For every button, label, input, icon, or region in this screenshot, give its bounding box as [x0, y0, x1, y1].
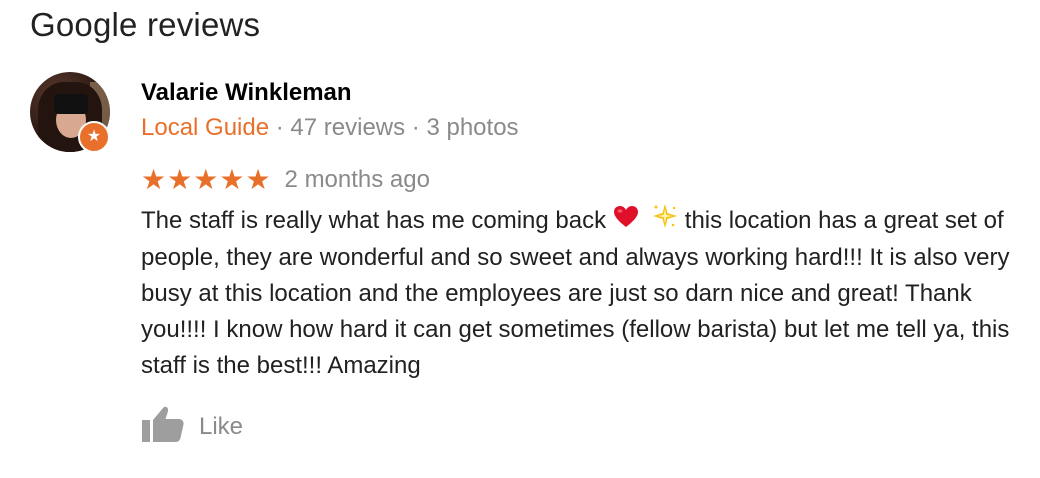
star-rating: ★ ★ ★ ★ ★: [141, 166, 271, 194]
reviewer-name[interactable]: Valarie Winkleman: [141, 79, 352, 107]
meta-separator: ·: [405, 114, 427, 141]
reviewer-meta: Local Guide · 47 reviews · 3 photos: [141, 114, 519, 142]
local-guide-label[interactable]: Local Guide: [141, 114, 269, 141]
photos-count: 3 photos: [426, 114, 519, 141]
star-icon: ★: [141, 164, 167, 195]
heart-icon: [613, 204, 639, 240]
avatar-camera: [54, 94, 88, 114]
like-label: Like: [199, 412, 244, 440]
rating-row: ★ ★ ★ ★ ★ 2 months ago: [141, 164, 430, 196]
review-text-part1: The staff is really what has me coming b…: [141, 207, 613, 234]
review-time: 2 months ago: [284, 166, 430, 193]
star-icon: ★: [245, 164, 271, 195]
meta-separator: ·: [269, 114, 291, 141]
star-icon: ★: [193, 164, 219, 195]
review-body: The staff is really what has me coming b…: [141, 203, 1021, 384]
sparkle-icon: [652, 203, 678, 240]
local-guide-star-icon: ★: [78, 121, 110, 153]
thumbs-up-icon: [141, 404, 185, 449]
reviews-count: 47 reviews: [290, 114, 406, 141]
star-icon: ★: [167, 164, 193, 195]
like-button[interactable]: Like: [141, 404, 243, 449]
star-icon: ★: [219, 164, 245, 195]
page-title: Google reviews: [30, 6, 261, 43]
